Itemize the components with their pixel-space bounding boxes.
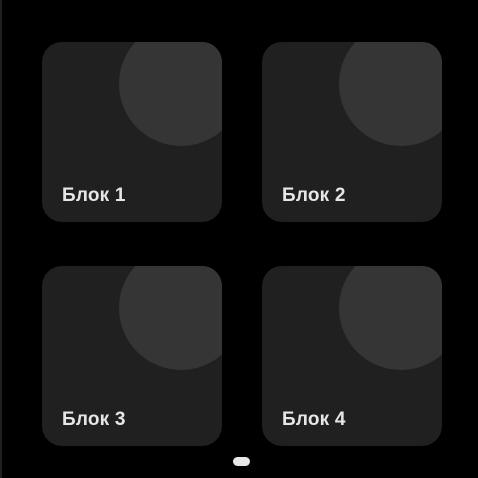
tile-block-2[interactable]: Блок 2	[262, 42, 442, 222]
tile-block-1[interactable]: Блок 1	[42, 42, 222, 222]
left-edge-divider	[0, 0, 2, 478]
page-indicator[interactable]	[233, 457, 250, 466]
tile-block-3[interactable]: Блок 3	[42, 266, 222, 446]
tile-decoration-circle	[339, 42, 442, 146]
tile-label: Блок 3	[62, 409, 126, 430]
tile-label: Блок 4	[282, 409, 346, 430]
tile-screen: Блок 1 Блок 2 Блок 3 Блок 4	[0, 0, 478, 478]
tile-block-4[interactable]: Блок 4	[262, 266, 442, 446]
tile-decoration-circle	[119, 266, 222, 370]
tile-label: Блок 2	[282, 185, 346, 206]
tile-label: Блок 1	[62, 185, 126, 206]
tile-decoration-circle	[119, 42, 222, 146]
tile-decoration-circle	[339, 266, 442, 370]
